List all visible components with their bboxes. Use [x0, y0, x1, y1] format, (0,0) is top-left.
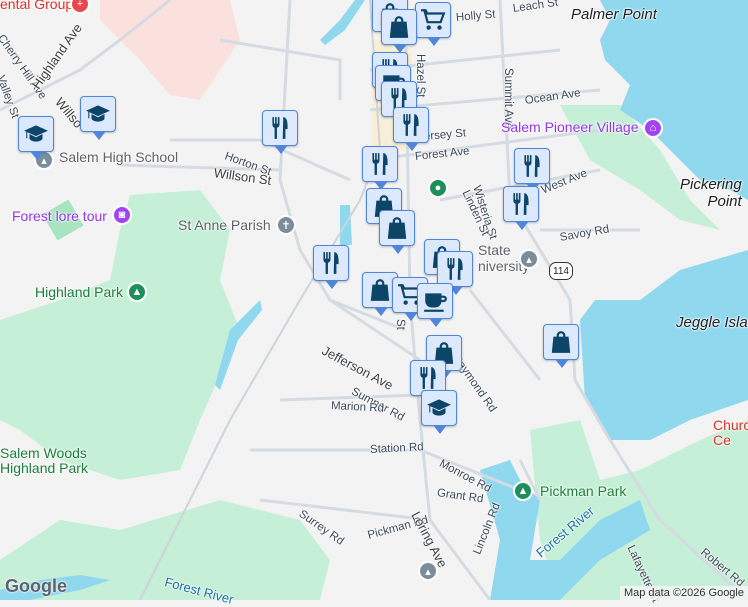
- route-114-shield: 114: [549, 262, 573, 280]
- shopping-marker[interactable]: [379, 210, 415, 254]
- graduation-cap-icon: [23, 121, 49, 147]
- grocery-cart-marker[interactable]: [415, 2, 451, 46]
- museum-icon[interactable]: ⌂: [643, 118, 663, 138]
- map-attribution[interactable]: Map data ©2026 Google: [619, 586, 748, 600]
- park-tree-icon[interactable]: ▲: [513, 481, 533, 501]
- church-icon[interactable]: ✝: [276, 215, 296, 235]
- camera-icon[interactable]: ◙: [112, 205, 132, 225]
- restaurant-marker[interactable]: [503, 186, 539, 230]
- label-salem-pioneer-village[interactable]: Salem Pioneer Village: [501, 119, 639, 135]
- fork-knife-icon: [442, 256, 468, 282]
- school-marker[interactable]: [421, 390, 457, 434]
- fork-knife-icon: [398, 112, 424, 138]
- label-palmer-point: Palmer Point: [571, 6, 657, 23]
- fork-knife-icon: [318, 250, 344, 276]
- shopping-bag-icon: [548, 329, 574, 355]
- shopping-bag-icon: [367, 277, 393, 303]
- label-pickman-park[interactable]: Pickman Park: [540, 483, 626, 499]
- school-marker[interactable]: [18, 116, 54, 160]
- google-logo: Google: [5, 576, 67, 596]
- restaurant-marker[interactable]: [514, 148, 550, 192]
- restaurant-marker[interactable]: [393, 107, 429, 151]
- label-salem-high-school[interactable]: Salem High School: [59, 149, 178, 165]
- label-highland-park[interactable]: Highland Park: [35, 284, 123, 300]
- fork-knife-icon: [367, 151, 393, 177]
- school-icon[interactable]: ▴: [418, 561, 438, 581]
- restaurant-marker[interactable]: [437, 251, 473, 295]
- graduation-cap-icon: [85, 101, 111, 127]
- shopping-marker[interactable]: [381, 9, 417, 53]
- graduation-cap-icon: [426, 395, 452, 421]
- label-st-anne-parish[interactable]: St Anne Parish: [178, 217, 271, 233]
- park-tree-icon[interactable]: ▲: [127, 282, 147, 302]
- label-forest-lore-tour[interactable]: Forest lore tour: [12, 208, 107, 224]
- label-pickering-point: Pickering Point: [680, 176, 742, 210]
- university-icon[interactable]: ▴: [519, 249, 539, 269]
- cafe-marker[interactable]: [417, 283, 453, 327]
- restaurant-marker[interactable]: [262, 110, 298, 154]
- fork-knife-icon: [508, 191, 534, 217]
- restaurant-marker[interactable]: [362, 146, 398, 190]
- fork-knife-icon: [519, 153, 545, 179]
- shopping-cart-icon: [420, 7, 446, 33]
- shopping-bag-icon: [384, 215, 410, 241]
- location-pin-icon[interactable]: ●: [428, 178, 448, 198]
- label-salem-woods-highland-park[interactable]: Salem Woods Highland Park: [0, 446, 88, 476]
- shopping-marker[interactable]: [543, 324, 579, 368]
- restaurant-marker[interactable]: [313, 245, 349, 289]
- label-church[interactable]: Churc Ce: [713, 418, 748, 448]
- school-marker[interactable]: [80, 96, 116, 140]
- fork-knife-icon: [267, 115, 293, 141]
- fork-knife-icon: [415, 365, 441, 391]
- coffee-cup-icon: [422, 288, 448, 314]
- label-jeggle-island: Jeggle Island: [676, 314, 748, 331]
- label-dental-group[interactable]: ental Group: [0, 0, 73, 12]
- shopping-bag-icon: [386, 14, 412, 40]
